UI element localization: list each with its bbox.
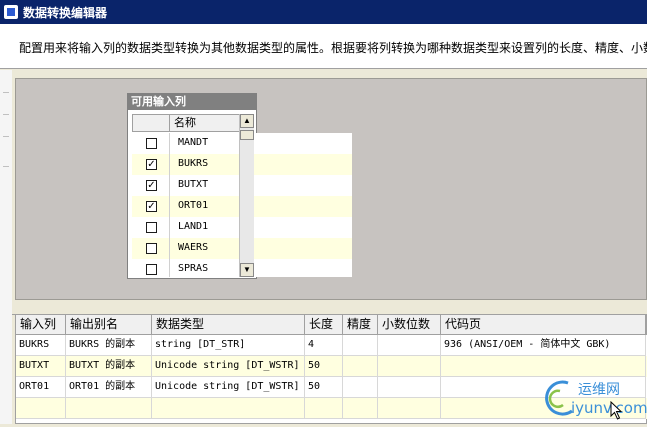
header-panel: 配置用来将输入列的数据类型转换为其他数据类型的属性。根据要将列转换为哪种数据类型… [0,24,647,69]
scale-cell[interactable] [378,377,441,398]
strip-tick [3,92,9,93]
checkbox-cell: ✓ [132,154,170,175]
title-bar: 数据转换编辑器 [0,0,647,24]
data-type-cell[interactable]: Unicode string [DT_WSTR] [152,356,305,377]
data-type-cell[interactable] [152,398,305,419]
precision-cell[interactable] [343,356,378,377]
table-row[interactable]: BUKRS BUKRS 的副本 string [DT_STR] 4 936 (A… [16,335,647,356]
precision-cell[interactable] [343,398,378,419]
header-output-alias[interactable]: 输出别名 [66,315,152,335]
scale-cell[interactable] [378,356,441,377]
column-name: LAND1 [178,221,209,232]
watermark-text-domain: iyunv.com [571,399,647,417]
checkbox-cell [132,238,170,259]
header-scale[interactable]: 小数位数 [378,315,441,335]
output-alias-cell[interactable] [66,398,152,419]
length-cell[interactable]: 4 [305,335,343,356]
column-checkbox[interactable] [146,138,157,149]
column-name: BUKRS [178,158,209,169]
input-column-cell[interactable]: BUTXT [16,356,66,377]
checkbox-cell: ✓ [132,196,170,217]
watermark-text-cn: 运维网 [578,382,620,398]
left-strip [0,70,12,424]
available-columns-title: 可用输入列 [128,94,256,110]
length-cell[interactable]: 50 [305,377,343,398]
column-checkbox[interactable]: ✓ [146,180,157,191]
scroll-up-icon[interactable]: ▲ [240,114,254,128]
data-type-cell[interactable]: Unicode string [DT_WSTR] [152,377,305,398]
precision-cell[interactable] [343,377,378,398]
column-name: ORT01 [178,200,209,211]
header-data-type[interactable]: 数据类型 [152,315,305,335]
code-page-cell[interactable]: 936 (ANSI/OEM - 简体中文 GBK) [441,335,646,356]
length-cell[interactable] [305,398,343,419]
scale-cell[interactable] [378,398,441,419]
app-icon [4,5,18,19]
column-name: BUTXT [178,179,209,190]
checkbox-cell [132,133,170,154]
checkbox-cell [132,217,170,238]
scroll-thumb[interactable] [240,130,254,140]
precision-cell[interactable] [343,335,378,356]
checkbox-cell [132,259,170,277]
column-name: SPRAS [178,263,209,274]
input-column-cell[interactable] [16,398,66,419]
strip-tick [3,114,9,115]
name-column-header[interactable]: 名称 [169,114,240,132]
header-code-page[interactable]: 代码页 [441,315,646,335]
checkbox-cell: ✓ [132,175,170,196]
input-column-cell[interactable]: ORT01 [16,377,66,398]
strip-tick [3,166,9,167]
scale-cell[interactable] [378,335,441,356]
column-checkbox[interactable]: ✓ [146,201,157,212]
splitter[interactable] [12,300,647,315]
panel-scrollbar[interactable]: ▲ ▼ [239,114,254,277]
strip-tick [3,136,9,137]
scroll-down-icon[interactable]: ▼ [240,263,254,277]
output-alias-cell[interactable]: ORT01 的副本 [66,377,152,398]
column-checkbox[interactable] [146,243,157,254]
output-alias-cell[interactable]: BUKRS 的副本 [66,335,152,356]
column-name: WAERS [178,242,209,253]
data-type-cell[interactable]: string [DT_STR] [152,335,305,356]
header-input-column[interactable]: 输入列 [16,315,66,335]
window-title: 数据转换编辑器 [23,5,108,20]
header-length[interactable]: 长度 [305,315,343,335]
checkbox-column-header[interactable] [132,114,170,132]
column-checkbox[interactable] [146,264,157,275]
mouse-cursor-icon [610,401,623,420]
column-name: MANDT [178,137,209,148]
description-text: 配置用来将输入列的数据类型转换为其他数据类型的属性。根据要将列转换为哪种数据类型… [19,41,647,55]
column-checkbox[interactable]: ✓ [146,159,157,170]
output-alias-cell[interactable]: BUTXT 的副本 [66,356,152,377]
header-precision[interactable]: 精度 [343,315,378,335]
input-column-cell[interactable]: BUKRS [16,335,66,356]
column-checkbox[interactable] [146,222,157,233]
length-cell[interactable]: 50 [305,356,343,377]
watermark: 运维网 iyunv.com [538,371,647,424]
available-columns-panel[interactable]: 可用输入列 名称 MANDT ✓ BUKRS ✓ BUTXT ✓ ORT01 L… [127,93,352,279]
